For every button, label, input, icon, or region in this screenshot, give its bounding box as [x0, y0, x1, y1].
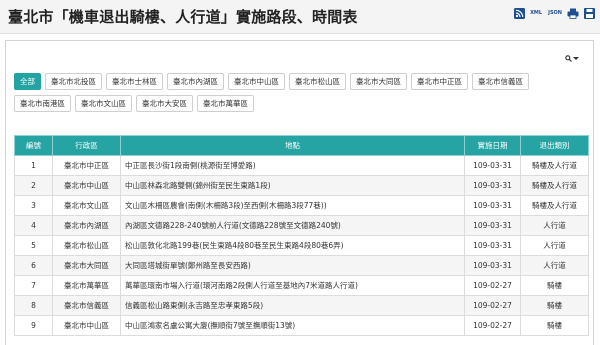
cell-date: 109-03-31 — [464, 175, 521, 196]
xml-export-button[interactable]: XML — [528, 6, 544, 20]
rss-icon[interactable] — [512, 6, 526, 20]
cell-category: 騎樓 — [520, 315, 589, 336]
table-row: 3 臺北市文山區 文山區木柵區農會(南側(木柵路3段)至西側(木柵路3段77巷)) 1… — [14, 195, 589, 216]
cell-category: 騎樓及人行道 — [520, 155, 589, 176]
table-row: 7 臺北市萬華區 萬華區環南市場入行道(環河南路2段側人行道至基地內7米道路人行道)… — [14, 275, 589, 296]
cell-location: 中山區鴻家名盧公寓大廈(撫順街7號至撫順街13號) — [120, 315, 465, 336]
cell-location: 內湖區文德路228-240號前人行道(文德路228號至文德路240號) — [120, 215, 465, 236]
cell-district: 臺北市大同區 — [52, 255, 121, 276]
cell-number: 1 — [14, 155, 53, 176]
cell-number: 6 — [14, 255, 53, 276]
filter-row: 臺北市南港區 臺北市文山區 臺北市大安區 臺北市萬華區 — [14, 95, 574, 112]
cell-number: 8 — [14, 295, 53, 316]
cell-number: 5 — [14, 235, 53, 256]
cell-category: 騎樓 — [520, 275, 589, 296]
district-filter-button[interactable]: 臺北市松山區 — [289, 73, 346, 90]
table-body: 1 臺北市中正區 中正區長沙街1段南側(桃源街至博愛路) 109-03-31 騎樓及人行… — [14, 155, 589, 336]
cell-location: 文山區木柵區農會(南側(木柵路3段)至西側(木柵路3段77巷)) — [120, 195, 465, 216]
table-header-row: 編號 行政區 地點 實施日期 退出類別 — [14, 135, 589, 156]
cell-category: 騎樓 — [520, 295, 589, 316]
search-icon — [565, 55, 572, 62]
cell-district: 臺北市文山區 — [52, 195, 121, 216]
export-toolbar: XML JSON — [512, 6, 596, 20]
page-title: 臺北市「機車退出騎樓、人行道」實施路段、時間表 — [8, 8, 358, 26]
district-filter-button[interactable]: 臺北市大安區 — [136, 95, 193, 112]
district-filter-button[interactable]: 臺北市南港區 — [14, 95, 71, 112]
cell-location: 松山區敦化北路199巷(民生東路4段80巷至民生東路4段80巷6弄) — [120, 235, 465, 256]
cell-category: 人行道 — [520, 255, 589, 276]
cell-category: 人行道 — [520, 235, 589, 256]
district-filters: 全部 臺北市北投區 臺北市士林區 臺北市內湖區 臺北市中山區 臺北市松山區 臺北市大同區 臺北… — [14, 73, 574, 117]
cell-category: 人行道 — [520, 215, 589, 236]
cell-location: 中山區林森北路雙側(錦州街至民生東路1段) — [120, 175, 465, 196]
header-category[interactable]: 退出類別 — [520, 135, 589, 156]
cell-category: 騎樓及人行道 — [520, 195, 589, 216]
district-filter-button[interactable]: 臺北市北投區 — [45, 73, 102, 90]
cell-date: 109-02-27 — [464, 275, 521, 296]
cell-location: 中正區長沙街1段南側(桃源街至博愛路) — [120, 155, 465, 176]
header-district[interactable]: 行政區 — [52, 135, 121, 156]
district-filter-button[interactable]: 臺北市信義區 — [472, 73, 529, 90]
table-row: 6 臺北市大同區 大同區塔城街單號(鄭州路至長安西路) 109-03-31 人行道 — [14, 255, 589, 276]
print-icon[interactable] — [566, 6, 580, 20]
schedule-table: 編號 行政區 地點 實施日期 退出類別 1 臺北市中正區 中正區長沙街1段南側(桃源… — [14, 135, 589, 336]
cell-location: 信義區松山路東側(永吉路至忠孝東路5段) — [120, 295, 465, 316]
table-row: 4 臺北市內湖區 內湖區文德路228-240號前人行道(文德路228號至文德路240… — [14, 215, 589, 236]
district-filter-button[interactable]: 臺北市大同區 — [350, 73, 407, 90]
filter-all-button[interactable]: 全部 — [14, 73, 41, 90]
header-number[interactable]: 編號 — [14, 135, 53, 156]
json-export-button[interactable]: JSON — [546, 6, 564, 20]
cell-district: 臺北市松山區 — [52, 235, 121, 256]
cell-number: 4 — [14, 215, 53, 236]
table-row: 8 臺北市信義區 信義區松山路東側(永吉路至忠孝東路5段) 109-02-27 騎樓 — [14, 295, 589, 316]
content-panel: 全部 臺北市北投區 臺北市士林區 臺北市內湖區 臺北市中山區 臺北市松山區 臺北市大同區 臺北… — [5, 40, 594, 345]
save-icon[interactable] — [582, 6, 596, 20]
column-toggle-dropdown[interactable] — [565, 55, 579, 62]
cell-district: 臺北市中正區 — [52, 155, 121, 176]
cell-date: 109-03-31 — [464, 235, 521, 256]
cell-location: 大同區塔城街單號(鄭州路至長安西路) — [120, 255, 465, 276]
cell-number: 7 — [14, 275, 53, 296]
cell-date: 109-03-31 — [464, 215, 521, 236]
table-row: 5 臺北市松山區 松山區敦化北路199巷(民生東路4段80巷至民生東路4段80巷6弄… — [14, 235, 589, 256]
cell-date: 109-03-31 — [464, 195, 521, 216]
chevron-down-icon — [573, 57, 579, 60]
cell-number: 2 — [14, 175, 53, 196]
table-row: 2 臺北市中山區 中山區林森北路雙側(錦州街至民生東路1段) 109-03-31 騎樓及… — [14, 175, 589, 196]
cell-date: 109-03-31 — [464, 255, 521, 276]
district-filter-button[interactable]: 臺北市中正區 — [411, 73, 468, 90]
cell-location: 萬華區環南市場入行道(環河南路2段側人行道至基地內7米道路人行道) — [120, 275, 465, 296]
cell-district: 臺北市信義區 — [52, 295, 121, 316]
district-filter-button[interactable]: 臺北市中山區 — [228, 73, 285, 90]
district-filter-button[interactable]: 臺北市內湖區 — [167, 73, 224, 90]
district-filter-button[interactable]: 臺北市萬華區 — [197, 95, 254, 112]
page-header: 臺北市「機車退出騎樓、人行道」實施路段、時間表 XML JSON — [0, 0, 600, 34]
filter-row: 全部 臺北市北投區 臺北市士林區 臺北市內湖區 臺北市中山區 臺北市松山區 臺北市大同區 臺北… — [14, 73, 574, 90]
cell-number: 9 — [14, 315, 53, 336]
table-row: 9 臺北市中山區 中山區鴻家名盧公寓大廈(撫順街7號至撫順街13號) 109-02-2… — [14, 315, 589, 336]
cell-date: 109-02-27 — [464, 295, 521, 316]
cell-district: 臺北市內湖區 — [52, 215, 121, 236]
header-date[interactable]: 實施日期 — [464, 135, 521, 156]
cell-district: 臺北市萬華區 — [52, 275, 121, 296]
cell-district: 臺北市中山區 — [52, 315, 121, 336]
cell-number: 3 — [14, 195, 53, 216]
cell-date: 109-03-31 — [464, 155, 521, 176]
table-row: 1 臺北市中正區 中正區長沙街1段南側(桃源街至博愛路) 109-03-31 騎樓及人行… — [14, 155, 589, 176]
cell-district: 臺北市中山區 — [52, 175, 121, 196]
cell-date: 109-02-27 — [464, 315, 521, 336]
header-location[interactable]: 地點 — [120, 135, 465, 156]
cell-category: 騎樓及人行道 — [520, 175, 589, 196]
district-filter-button[interactable]: 臺北市文山區 — [75, 95, 132, 112]
district-filter-button[interactable]: 臺北市士林區 — [106, 73, 163, 90]
